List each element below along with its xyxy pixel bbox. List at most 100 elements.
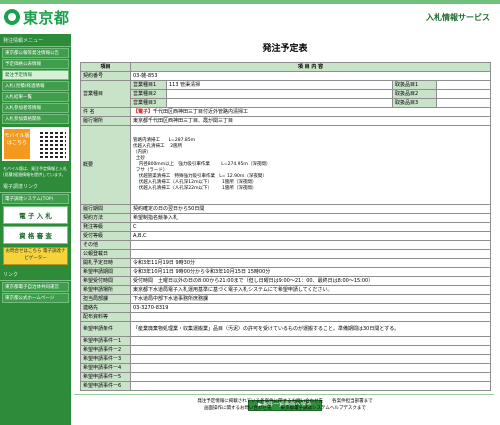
sidebar-link-bid-results[interactable]: 入札結果一覧 — [2, 92, 69, 102]
logo-text: 東京都 — [23, 8, 70, 27]
row-value — [129, 249, 492, 259]
tokyo-emblem-icon — [4, 9, 20, 25]
row-value: C — [129, 222, 492, 232]
table-row: 受付等級 A,B,C — [80, 231, 492, 241]
table-row: 希望申請事件ー2 — [80, 345, 492, 355]
business-type-value — [166, 98, 393, 108]
business-type-name: 営業種目3 — [130, 98, 167, 108]
order-schedule-table: 項目 項 目 内 容 契約番号 03-雑-853 営業種目 営業種目1 113 … — [80, 62, 492, 391]
sidebar-link-official-site[interactable]: 東京都公式ホームページ — [2, 293, 69, 303]
row-label: 配布資料等 — [80, 312, 131, 322]
row-label: 希望申請期間 — [80, 267, 131, 277]
table-row: 営業種目2 取扱品目2 — [81, 89, 492, 99]
row-value: 東京都下水道局電子入札運用基準に基づく電子入札システムにて希望申請してください。 — [129, 285, 492, 295]
row-value — [129, 381, 492, 391]
row-value — [129, 336, 492, 346]
table-row: その他 — [80, 240, 492, 250]
table-row: 希望申請事件ー3 — [80, 354, 492, 364]
row-value: 契約確定の日の翌日から50日間 — [129, 204, 492, 214]
row-value — [129, 372, 492, 382]
table-row: 営業種目 営業種目1 113 管渠清掃 取扱品目1 — [80, 80, 492, 108]
row-label: 希望申請事件ー1 — [80, 336, 131, 346]
page-title: 発注予定表 — [262, 44, 308, 54]
row-label: 公報登載日 — [80, 249, 131, 259]
business-type-value: 113 管渠清掃 — [166, 80, 393, 90]
overview-content: 管路内清掃工 L=287.85ｍ 伏越入孔清掃工 2箇所 （内訳） 土砂 内径800… — [129, 125, 492, 205]
row-label: 営業種目 — [80, 80, 131, 108]
handling-item-value — [435, 98, 492, 108]
table-row: 概要 管路内清掃工 L=287.85ｍ 伏越入孔清掃工 2箇所 （内訳） 土砂 内径… — [80, 125, 492, 205]
row-value: 令和3年11月19日 9時30分 — [129, 258, 492, 268]
e-bidding-button[interactable]: 電 子 入 札 — [3, 206, 68, 224]
table-row: 履行期間 契約確定の日の翌日から50日間 — [80, 204, 492, 214]
footer-helpdesk-line: 画面操作に関するお問い合わせ先 東京都電子調達システムヘルプデスクまで — [204, 406, 366, 411]
row-value — [129, 345, 492, 355]
row-label: 希望申請事件ー6 — [80, 381, 131, 391]
sidebar: 発注情報メニュー 東京都公報等発注情報公告 予定価格公表情報 発注予定情報 入札… — [0, 34, 71, 425]
table-row: 連絡先 03-3270-8319 — [80, 303, 492, 313]
table-row: 希望申請期間 令和3年10月11日 9時00分から令和3年10月15日 15時00… — [80, 267, 492, 277]
sidebar-menu-heading: 発注情報メニュー — [0, 34, 71, 47]
sidebar-link-bid-progress[interactable]: 入札(見積)経過情報 — [2, 81, 69, 91]
row-label: 履行場所 — [80, 116, 131, 126]
row-value: 下水道局中部下水道事務所庶務課 — [129, 294, 492, 304]
row-label: 発注等級 — [80, 222, 131, 232]
table-row: 営業種目3 取扱品目3 — [81, 98, 492, 108]
sidebar-links-heading: 電子調達リンク — [0, 180, 71, 193]
tokyo-logo[interactable]: 東京都 — [4, 7, 70, 27]
business-type-name: 営業種目1 — [130, 80, 167, 90]
row-label: 受付等級 — [80, 231, 131, 241]
handling-item-value — [435, 89, 492, 99]
sidebar-other-heading: リンク — [0, 268, 71, 281]
mobile-note: モバイル版は、発注予定情報と入札(見積)経過情報を提供しています。 — [3, 166, 67, 177]
row-value: A,B,C — [129, 231, 492, 241]
row-value: 受付時間 土曜日以外の日の8:00から21:00まで（但し日曜日は9:00～21… — [129, 276, 492, 286]
row-label: 希望申請条件 — [80, 321, 131, 337]
row-value — [129, 240, 492, 250]
header-content: 項 目 内 容 — [129, 62, 492, 72]
footer-divider — [74, 394, 494, 395]
sidebar-link-qualification[interactable]: 入札参加資格関係 — [2, 114, 69, 124]
business-type-value — [166, 89, 393, 99]
footer-inquiry-line: 発注予定情報に掲載されている各案件に関するお問い合わせ先 各案件担当部署まで — [197, 399, 373, 404]
row-value: 03-3270-8319 — [129, 303, 492, 313]
handling-item-label: 取扱品目2 — [392, 89, 437, 99]
header-item: 項目 — [80, 62, 131, 72]
row-label: 希望申請事件ー3 — [80, 354, 131, 364]
table-row: 開札予定日時 令和3年11月19日 9時30分 — [80, 258, 492, 268]
qualification-review-button[interactable]: 資 格 審 査 — [3, 226, 68, 244]
row-label: 希望受付時間 — [80, 276, 131, 286]
table-row: 配布資料等 — [80, 312, 492, 322]
sidebar-link-e-gov[interactable]: 東京都電子自治体共同運営 — [2, 282, 69, 292]
sidebar-link-public-notice[interactable]: 東京都公報等発注情報公告 — [2, 48, 69, 58]
row-label: その他 — [80, 240, 131, 250]
table-row: 希望申請条件 「産業廃棄物処理業・収集運搬業」品目（汚泥）の許可を受けているものが… — [80, 321, 492, 337]
row-label: 希望申請場所 — [80, 285, 131, 295]
top-accent-bar — [0, 0, 500, 4]
row-value: 「産業廃棄物処理業・収集運搬業」品目（汚泥）の許可を受けているものが運搬すること… — [129, 321, 492, 337]
table-row: 希望申請事件ー1 — [80, 336, 492, 346]
sidebar-link-bidder-info[interactable]: 入札参加者等情報 — [2, 103, 69, 113]
sidebar-link-estimated-price[interactable]: 予定価格公表情報 — [2, 59, 69, 69]
table-row: 発注等級 C — [80, 222, 492, 232]
row-label: 希望申請事件ー5 — [80, 372, 131, 382]
row-label: 開札予定日時 — [80, 258, 131, 268]
handling-item-value — [435, 80, 492, 90]
business-type-name: 営業種目2 — [130, 89, 167, 99]
footer: 発注予定情報に掲載されている各案件に関するお問い合わせ先 各案件担当部署まで 画… — [80, 398, 490, 412]
row-value: 希望制指名競争入札 — [129, 213, 492, 223]
table-row: 希望申請事件ー5 — [80, 372, 492, 382]
mobile-version-button[interactable]: モバイル版はこちら — [4, 129, 30, 159]
contact-navigator-banner[interactable]: お問合せはこちら 電子調達ナビゲーター — [3, 247, 68, 265]
table-row: 担当局部課 下水道局中部下水道事務所庶務課 — [80, 294, 492, 304]
sidebar-link-order-schedule[interactable]: 発注予定情報 — [2, 70, 69, 80]
row-label: 履行期間 — [80, 204, 131, 214]
electronic-tag: 【電子】 — [133, 108, 154, 115]
row-value — [129, 354, 492, 364]
table-row: 契約方法 希望制指名競争入札 — [80, 213, 492, 223]
row-label: 連絡先 — [80, 303, 131, 313]
row-value: 令和3年10月11日 9時00分から令和3年10月15日 15時00分 — [129, 267, 492, 277]
sidebar-link-system-top[interactable]: 電子調達システム(TOP) — [2, 194, 69, 204]
project-name-text: 千代田区西神田三丁目付近外管路内清掃工 — [153, 108, 249, 115]
work-location: 東京都千代田区西神田三丁目、霞が関三丁目 — [129, 116, 492, 126]
